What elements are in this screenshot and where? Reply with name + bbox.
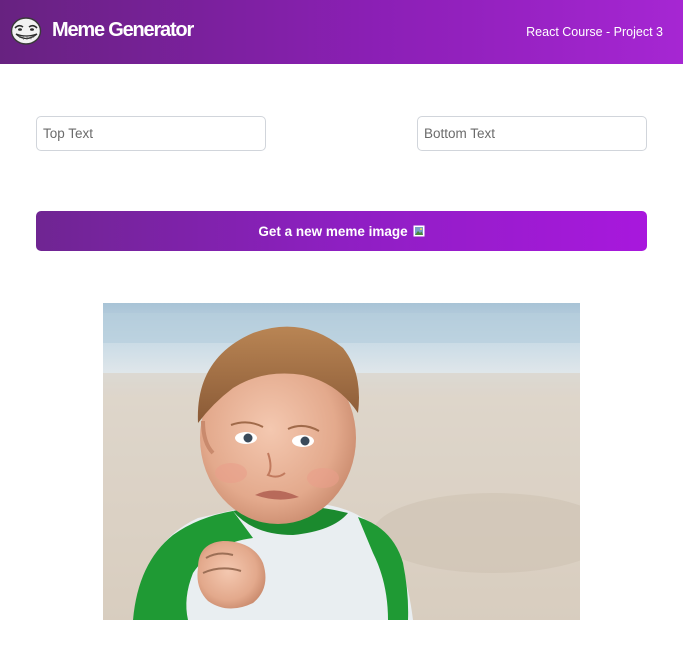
project-label: React Course - Project 3 (526, 25, 663, 39)
app-title: Meme Generator (52, 19, 194, 41)
app-header: Meme Generator React Course - Project 3 (0, 0, 683, 64)
troll-face-icon (10, 17, 42, 45)
new-meme-image-button-label: Get a new meme image (258, 223, 408, 239)
success-kid-photo (103, 303, 580, 620)
meme-image (103, 303, 580, 620)
bottom-text-input[interactable] (417, 116, 647, 151)
top-text-input[interactable] (36, 116, 266, 151)
new-meme-image-button[interactable]: Get a new meme image (36, 211, 647, 251)
picture-frame-icon (413, 225, 425, 237)
